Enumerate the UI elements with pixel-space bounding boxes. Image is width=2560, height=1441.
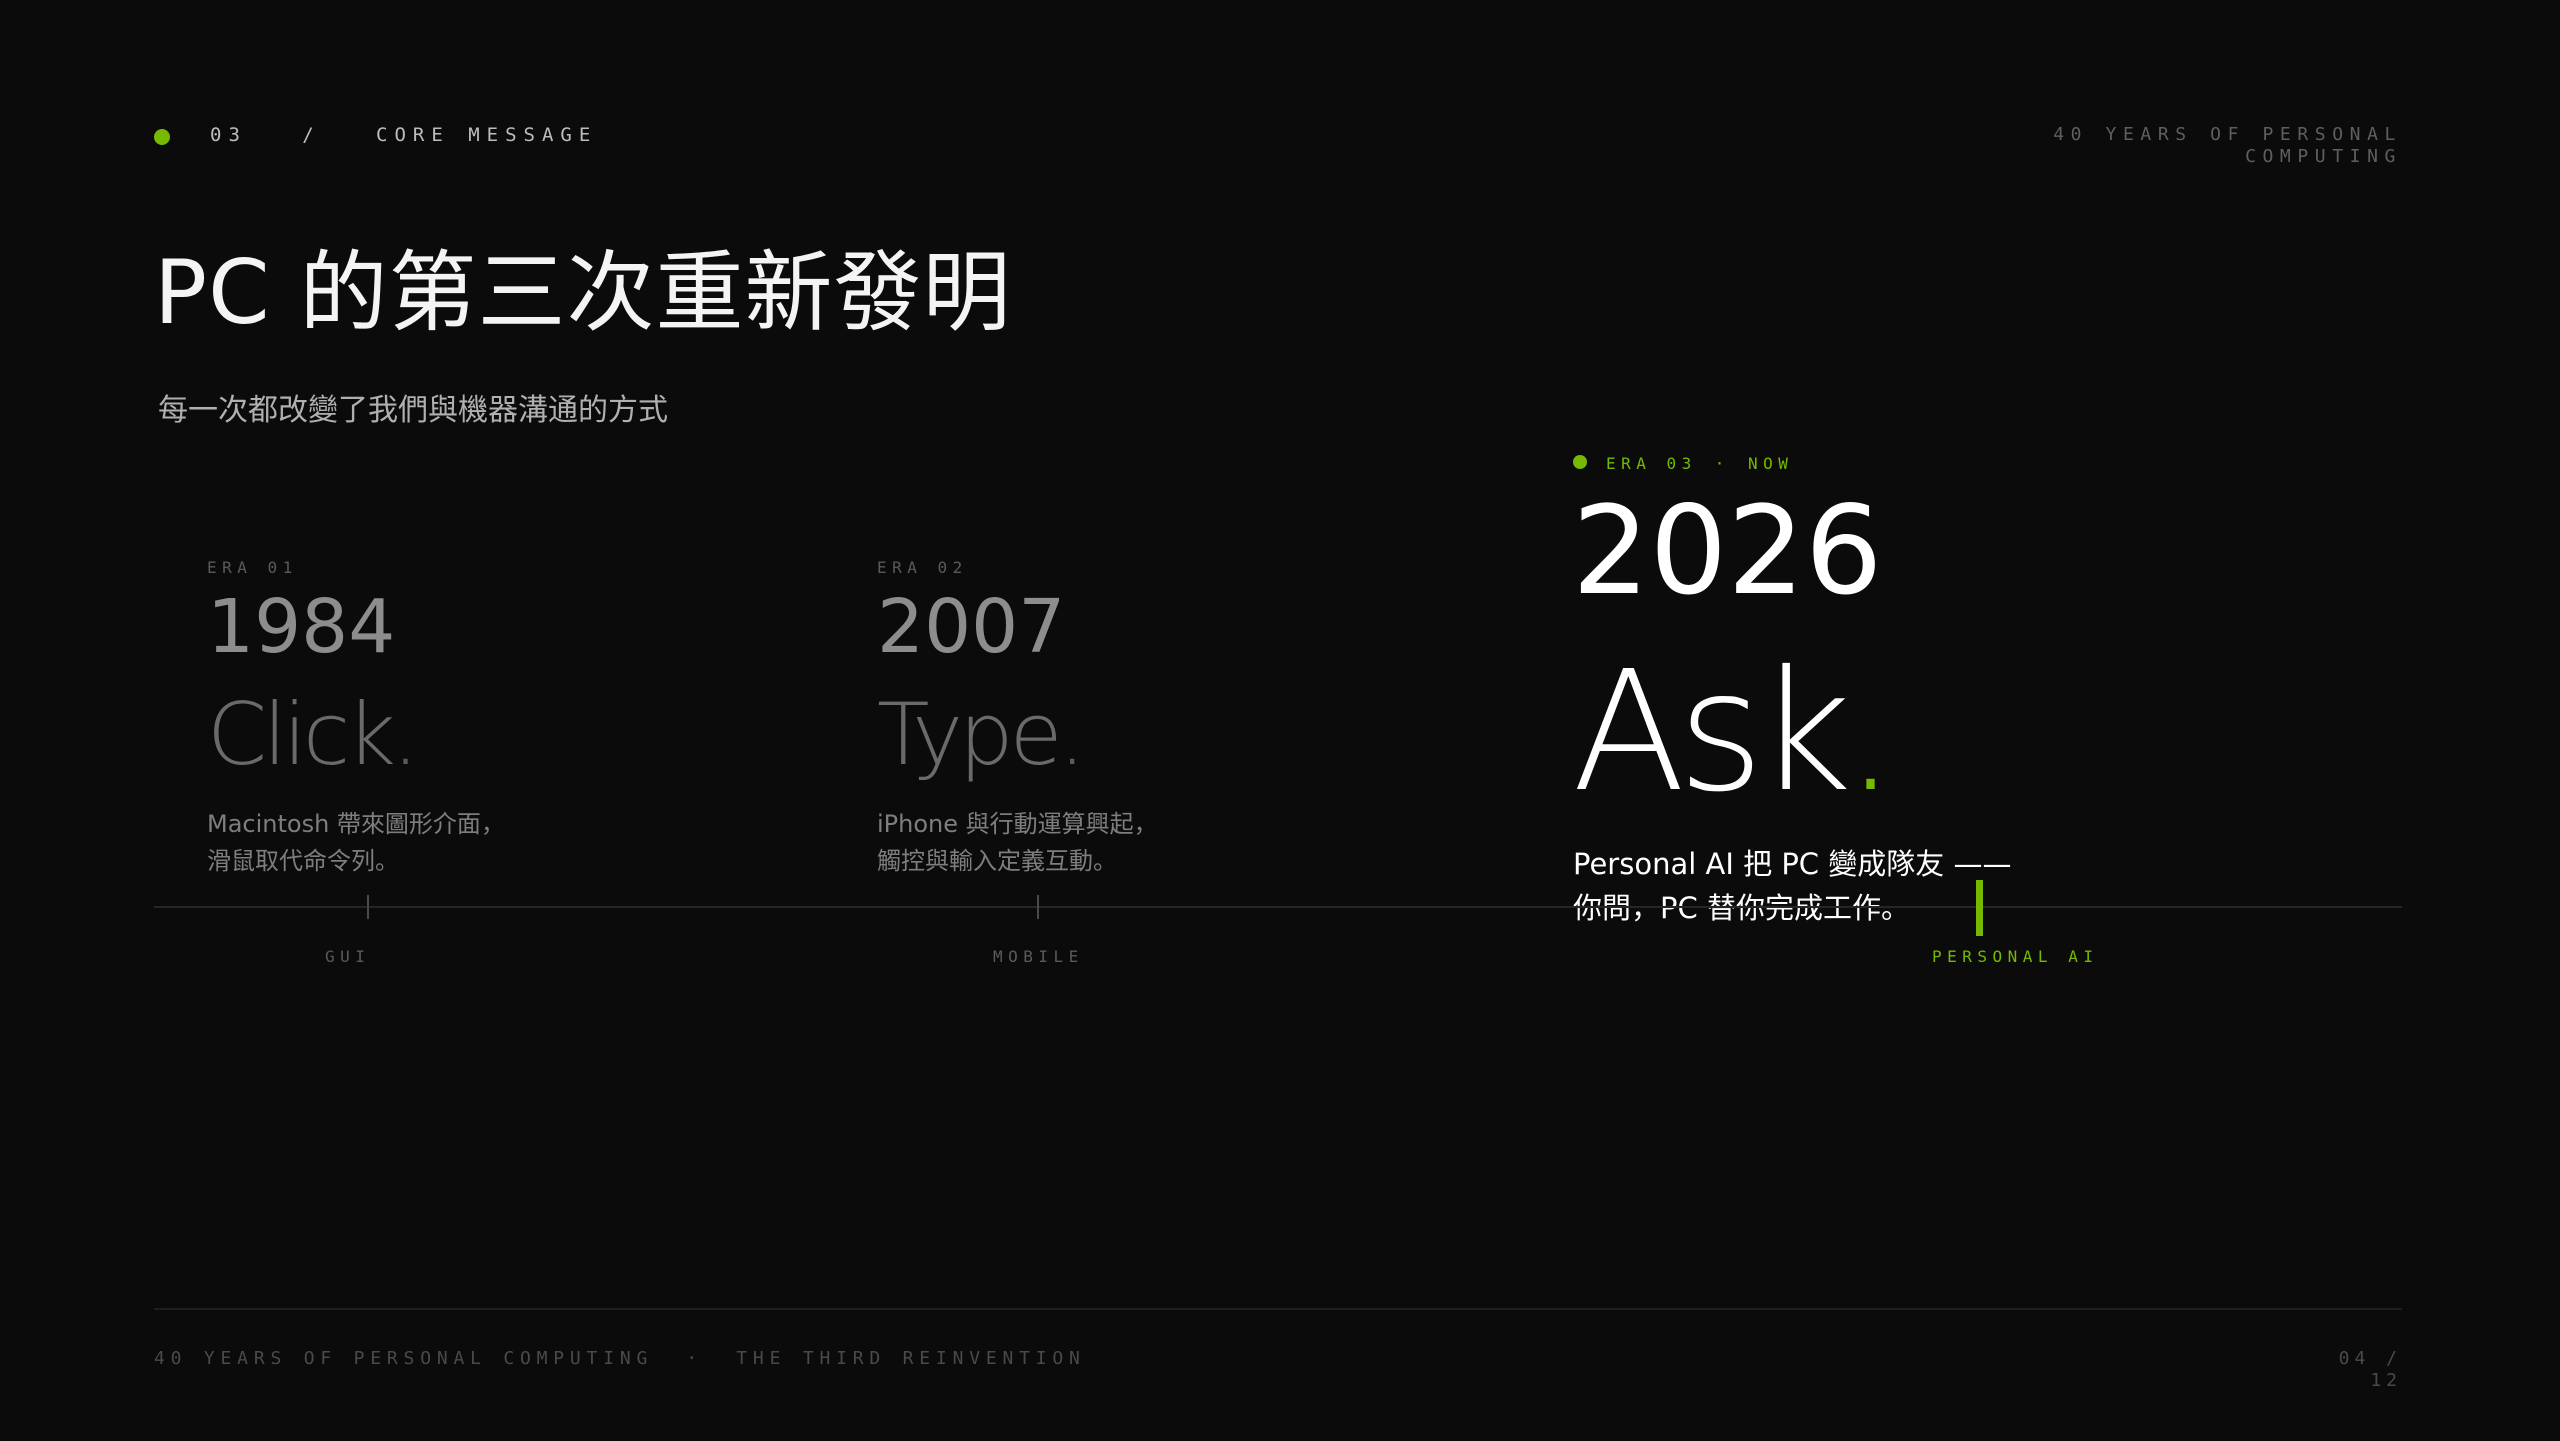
era3-year: 2026 xyxy=(1572,480,1883,622)
timeline-label-personal-ai: PERSONAL AI xyxy=(1932,947,2099,966)
slide-subtitle: 每一次都改變了我們與機器溝通的方式 xyxy=(158,393,668,428)
era3-description: Personal AI 把 PC 變成隊友 —— 你問，PC 替你完成工作。 xyxy=(1573,842,2012,930)
footer-text: 40 YEARS OF PERSONAL COMPUTING · THE THI… xyxy=(154,1348,1086,1369)
era1-caption: ERA 01 xyxy=(207,558,298,577)
era2-description: iPhone 與行動運算興起， 觸控與輸入定義互動。 xyxy=(877,806,1158,880)
section-number: 03 xyxy=(210,124,247,146)
footer-divider xyxy=(154,1308,2402,1310)
era3-verb-period: . xyxy=(1844,636,1897,829)
era2-verb-text: Type xyxy=(877,685,1063,785)
slide-title: PC 的第三次重新發明 xyxy=(154,241,1012,344)
page-number: 04 / 12 xyxy=(2202,1348,2402,1392)
deck-title: 40 YEARS OF PERSONAL COMPUTING xyxy=(1982,124,2402,168)
era1-desc-line1: Macintosh 帶來圖形介面， xyxy=(207,810,505,838)
era1-verb-text: Click xyxy=(207,685,396,785)
timeline-tick-gui xyxy=(367,895,369,919)
era2-desc-line1: iPhone 與行動運算興起， xyxy=(877,810,1158,838)
timeline-axis xyxy=(154,906,2402,908)
era2-verb: Type. xyxy=(877,692,1086,778)
deck-title-line1: 40 YEARS OF PERSONAL xyxy=(2053,124,2402,145)
era3-caption-sep: · xyxy=(1714,454,1730,473)
timeline-tick-personal-ai xyxy=(1976,880,1983,936)
page-current: 04 / xyxy=(2338,1348,2402,1369)
era2-verb-period: . xyxy=(1058,685,1086,785)
era3-now-label: NOW xyxy=(1747,454,1794,473)
era3-desc-line1: Personal AI 把 PC 變成隊友 —— xyxy=(1573,847,2012,881)
era1-desc-line2: 滑鼠取代命令列。 xyxy=(207,847,399,875)
timeline-label-mobile: MOBILE xyxy=(993,947,1084,966)
deck-title-line2: COMPUTING xyxy=(2245,146,2402,167)
timeline-label-gui: GUI xyxy=(325,947,371,966)
era2-desc-line2: 觸控與輸入定義互動。 xyxy=(877,847,1117,875)
era3-verb: Ask. xyxy=(1572,650,1897,816)
era3-verb-text: Ask xyxy=(1572,636,1852,829)
section-dot xyxy=(154,129,170,145)
page-total: 12 xyxy=(2370,1370,2402,1391)
section-name: CORE MESSAGE xyxy=(376,124,598,146)
timeline-tick-mobile xyxy=(1037,895,1039,919)
era1-year: 1984 xyxy=(207,584,396,670)
era2-caption: ERA 02 xyxy=(877,558,968,577)
era2-year: 2007 xyxy=(877,584,1066,670)
section-separator: / xyxy=(302,124,321,146)
section-label: 03 / CORE MESSAGE xyxy=(210,124,597,146)
era3-desc-line2: 你問，PC 替你完成工作。 xyxy=(1573,891,1910,925)
era1-description: Macintosh 帶來圖形介面， 滑鼠取代命令列。 xyxy=(207,806,505,880)
era1-verb: Click. xyxy=(207,692,419,778)
era3-caption: ERA 03 · NOW xyxy=(1606,454,1793,473)
era1-verb-period: . xyxy=(391,685,419,785)
era3-caption-text: ERA 03 xyxy=(1606,454,1697,473)
era3-dot xyxy=(1573,455,1587,469)
